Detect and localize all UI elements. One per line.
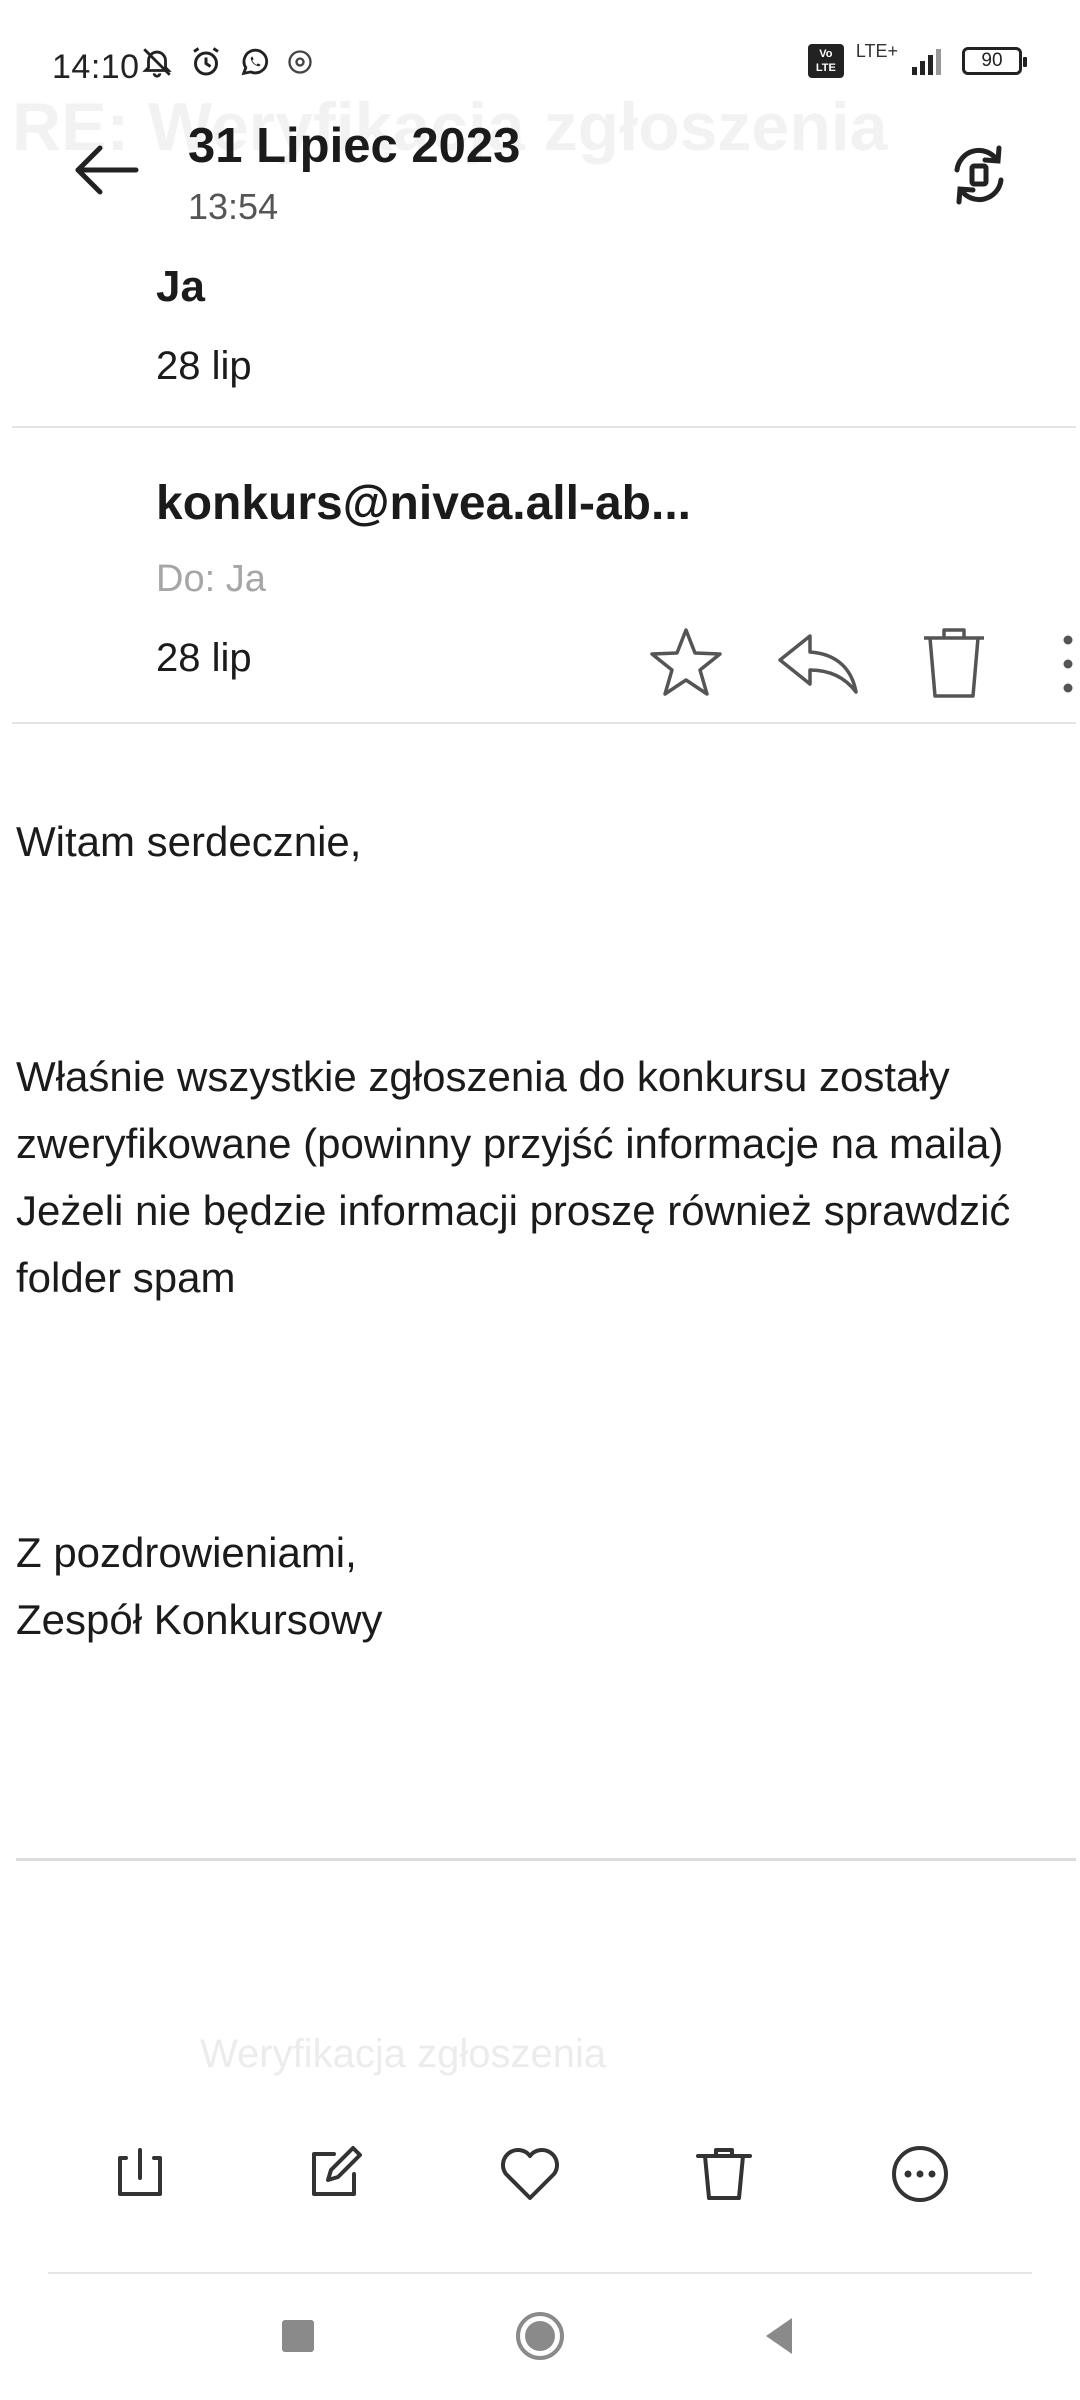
quoted-subject: Weryfikacja zgłoszenia (200, 2032, 607, 2076)
status-time: 14:10 (52, 48, 140, 86)
quote-divider (16, 1858, 1076, 1861)
muted-bell-icon (140, 45, 174, 79)
archive-button[interactable] (104, 2138, 176, 2210)
quoted-content: Weryfikacja zgłoszenia (0, 1862, 1080, 2092)
sync-icon (944, 140, 1014, 210)
favorite-button[interactable] (494, 2138, 566, 2210)
compose-button[interactable] (298, 2138, 370, 2210)
body-closing: Z pozdrowieniami, (16, 1529, 357, 1576)
status-icons-right: Vo LTE LTE+ 90 (807, 40, 1027, 78)
circle-icon (510, 2306, 570, 2366)
divider (12, 426, 1076, 428)
body-paragraph: Właśnie wszystkie zgłoszenia do konkursu… (16, 1053, 1004, 1167)
trash-icon (688, 2138, 760, 2210)
message-date: 28 lip (156, 636, 252, 680)
toolbar-divider (48, 2272, 1032, 2274)
reply-icon (774, 620, 858, 704)
message-recipient[interactable]: Do: Ja (156, 558, 266, 601)
alarm-icon (188, 44, 224, 80)
trash-icon (912, 620, 996, 704)
compose-icon (298, 2138, 370, 2210)
network-type: LTE+ (855, 40, 898, 61)
more-options-button[interactable] (1060, 632, 1080, 696)
square-icon (268, 2306, 328, 2366)
conversation-time: 13:54 (188, 186, 279, 227)
conversation-date: 31 Lipiec 2023 (188, 119, 521, 173)
nav-back-button[interactable] (752, 2306, 812, 2366)
bottom-toolbar (0, 2080, 1080, 2280)
email-body: Witam serdecznie, Właśnie wszystkie zgło… (16, 808, 1066, 1653)
more-vertical-icon (1060, 632, 1080, 696)
star-button[interactable] (644, 620, 728, 704)
translate-button[interactable] (944, 140, 1014, 210)
whatsapp-icon (238, 45, 272, 79)
signal-icon (910, 45, 950, 77)
thread-date: 28 lip (156, 344, 252, 388)
body-greeting: Witam serdecznie, (16, 818, 362, 865)
divider (12, 722, 1076, 724)
email-screen: 14:10 Vo LTE LTE+ 90 RE: Weryfikacja zgł… (0, 0, 1080, 2400)
thread-sender: Ja (156, 262, 205, 311)
star-icon (644, 620, 728, 704)
archive-icon (104, 2138, 176, 2210)
body-signature: Zespół Konkursowy (16, 1596, 383, 1643)
body-paragraph: Jeżeli nie będzie informacji proszę równ… (16, 1187, 1011, 1301)
message-sender[interactable]: konkurs@nivea.all-ab... (156, 476, 691, 531)
battery-indicator: 90 (962, 47, 1027, 75)
nav-home-button[interactable] (510, 2306, 570, 2366)
reply-button[interactable] (774, 620, 858, 704)
arrow-left-icon (70, 138, 150, 202)
delete-toolbar-button[interactable] (688, 2138, 760, 2210)
more-icon (884, 2138, 956, 2210)
more-toolbar-button[interactable] (884, 2138, 956, 2210)
heart-icon (494, 2138, 566, 2210)
volte-icon: Vo LTE (807, 44, 844, 78)
status-icons-left (140, 44, 314, 80)
delete-button[interactable] (912, 620, 996, 704)
nav-recents-button[interactable] (268, 2306, 328, 2366)
back-button[interactable] (70, 138, 150, 202)
location-icon (286, 48, 314, 76)
triangle-back-icon (752, 2306, 812, 2366)
